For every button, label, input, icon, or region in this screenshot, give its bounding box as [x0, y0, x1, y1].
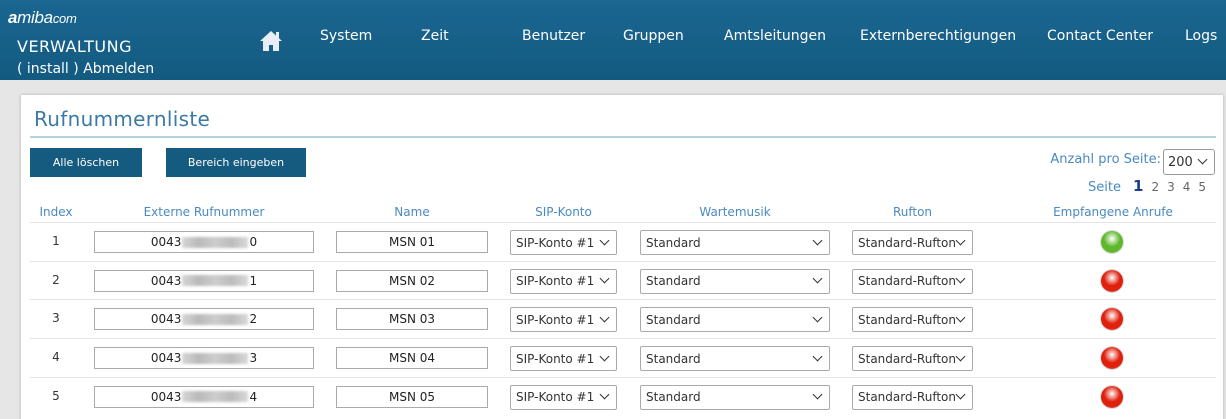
column-header-received-calls: Empfangene Anrufe [1053, 205, 1173, 219]
nav-benutzer[interactable]: Benutzer [522, 28, 585, 44]
app-title: VERWALTUNG [17, 37, 132, 56]
external-number-field[interactable]: 0043 2 [94, 308, 314, 331]
table-row: 5 0043 4 MSN 05 SIP-Konto #1 Standard Standard… [30, 376, 1216, 416]
chevron-down-icon [955, 389, 966, 400]
chevron-down-icon [812, 312, 823, 323]
sip-account-select[interactable]: SIP-Konto #1 [510, 384, 617, 410]
row-index: 2 [52, 272, 60, 287]
chevron-down-icon [812, 351, 823, 362]
status-led-icon[interactable] [1101, 347, 1123, 370]
table-row: 2 0043 1 MSN 02 SIP-Konto #1 Standard Standard… [30, 260, 1216, 300]
row-index: 1 [52, 234, 60, 248]
status-led-icon[interactable] [1101, 308, 1123, 331]
content-panel: Rufnummernliste Alle löschen Bereich ein… [21, 95, 1223, 419]
nav-logs[interactable]: Logs [1185, 28, 1217, 44]
top-navigation-bar: amibacom VERWALTUNG ( install ) Abmelden… [0, 0, 1226, 80]
chevron-down-icon [599, 312, 610, 323]
name-field[interactable]: MSN 05 [336, 385, 488, 408]
nav-contact-center[interactable]: Contact Center [1047, 28, 1153, 44]
user-line: ( install ) Abmelden [17, 61, 155, 77]
table-row: 1 0043 0 MSN 01 SIP-Konto #1 Standard Standard… [30, 222, 1216, 261]
title-divider [30, 136, 1216, 138]
row-index: 4 [52, 350, 60, 365]
pagination-label: Seite [1088, 180, 1121, 195]
chevron-down-icon [599, 389, 610, 400]
chevron-down-icon [812, 273, 823, 284]
page-link-4[interactable]: 4 [1183, 180, 1191, 194]
home-icon[interactable] [259, 30, 283, 52]
column-header-index: Index [39, 205, 73, 219]
nav-system[interactable]: System [320, 28, 372, 44]
hold-music-select[interactable]: Standard [640, 230, 830, 255]
row-index: 5 [52, 388, 60, 403]
nav-externberechtigungen[interactable]: Externberechtigungen [860, 28, 1016, 44]
chevron-down-icon [955, 235, 966, 245]
column-header-external-number: Externe Rufnummer [143, 205, 265, 219]
column-header-hold-music: Wartemusik [699, 205, 771, 219]
page-title: Rufnummernliste [34, 107, 211, 131]
name-field[interactable]: MSN 03 [336, 308, 488, 331]
sip-account-select[interactable]: SIP-Konto #1 [510, 307, 617, 333]
username: install [26, 61, 69, 77]
page-link-1[interactable]: 1 [1133, 177, 1143, 195]
enter-range-button[interactable]: Bereich eingeben [166, 148, 306, 177]
chevron-down-icon [955, 312, 966, 323]
page-link-5[interactable]: 5 [1198, 180, 1206, 194]
ringtone-select[interactable]: Standard-Rufton [852, 346, 973, 372]
sip-account-select[interactable]: SIP-Konto #1 [510, 346, 617, 372]
ringtone-select[interactable]: Standard-Rufton [852, 230, 973, 255]
redacted-digits [182, 313, 249, 325]
ringtone-select[interactable]: Standard-Rufton [852, 307, 973, 333]
chevron-down-icon [599, 235, 610, 245]
nav-amtsleitungen[interactable]: Amtsleitungen [724, 28, 826, 44]
per-page-select[interactable]: 200 [1163, 149, 1215, 175]
ringtone-select[interactable]: Standard-Rufton [852, 268, 973, 294]
hold-music-select[interactable]: Standard [640, 268, 830, 294]
hold-music-select[interactable]: Standard [640, 384, 830, 410]
pagination: Seite 1 2 3 4 5 [1088, 177, 1206, 195]
hold-music-select[interactable]: Standard [640, 346, 830, 372]
external-number-field[interactable]: 0043 3 [94, 347, 314, 370]
logout-link[interactable]: Abmelden [83, 61, 154, 77]
chevron-down-icon [955, 273, 966, 284]
amibacom-logo: amibacom [8, 8, 77, 27]
redacted-digits [182, 352, 249, 364]
ringtone-select[interactable]: Standard-Rufton [852, 384, 973, 410]
chevron-down-icon [812, 389, 823, 400]
redacted-digits [182, 275, 249, 287]
redacted-digits [182, 236, 249, 248]
column-header-ringtone: Rufton [892, 205, 933, 219]
redacted-digits [182, 391, 249, 403]
row-index: 3 [52, 311, 60, 326]
chevron-down-icon [599, 351, 610, 362]
chevron-down-icon [1197, 154, 1208, 165]
name-field[interactable]: MSN 01 [336, 231, 488, 253]
status-led-icon[interactable] [1101, 385, 1123, 408]
nav-zeit[interactable]: Zeit [421, 28, 449, 44]
table-row: 3 0043 2 MSN 03 SIP-Konto #1 Standard Standard… [30, 299, 1216, 338]
delete-all-button[interactable]: Alle löschen [30, 148, 142, 177]
status-led-icon[interactable] [1101, 231, 1123, 253]
chevron-down-icon [812, 235, 823, 245]
page-link-3[interactable]: 3 [1167, 180, 1175, 194]
name-field[interactable]: MSN 04 [336, 347, 488, 370]
table-row: 4 0043 3 MSN 04 SIP-Konto #1 Standard Standard… [30, 338, 1216, 377]
page-link-2[interactable]: 2 [1151, 180, 1159, 194]
external-number-field[interactable]: 0043 4 [94, 385, 314, 408]
hold-music-select[interactable]: Standard [640, 307, 830, 333]
sip-account-select[interactable]: SIP-Konto #1 [510, 230, 617, 255]
nav-gruppen[interactable]: Gruppen [623, 28, 684, 44]
name-field[interactable]: MSN 02 [336, 269, 488, 292]
chevron-down-icon [599, 273, 610, 284]
chevron-down-icon [955, 351, 966, 362]
column-header-name: Name [394, 205, 430, 219]
sip-account-select[interactable]: SIP-Konto #1 [510, 268, 617, 294]
column-header-sip-account: SIP-Konto [535, 205, 592, 219]
external-number-field[interactable]: 0043 0 [94, 231, 314, 253]
external-number-field[interactable]: 0043 1 [94, 269, 314, 292]
per-page-label: Anzahl pro Seite: [1050, 152, 1161, 167]
status-led-icon[interactable] [1101, 269, 1123, 292]
